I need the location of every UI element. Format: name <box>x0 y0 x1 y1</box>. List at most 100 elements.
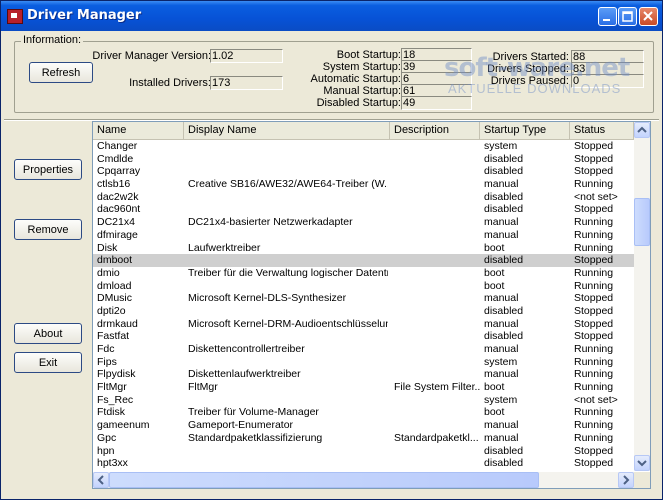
installed-value: 173 <box>210 76 283 90</box>
scroll-left-button[interactable] <box>93 472 109 488</box>
table-row[interactable]: Fips system Running <box>93 356 634 369</box>
horizontal-scrollbar[interactable] <box>93 472 634 488</box>
cell-name: gameenum <box>97 419 150 432</box>
table-row[interactable]: Changer system Stopped <box>93 140 634 153</box>
table-row[interactable]: Cmdlde disabled Stopped <box>93 153 634 166</box>
scroll-down-button[interactable] <box>634 455 650 471</box>
table-row[interactable]: hpt3xx disabled Stopped <box>93 457 634 470</box>
cell-startup-type: system <box>484 393 518 406</box>
table-row[interactable]: dfmirage manual Running <box>93 229 634 242</box>
cell-name: dfmirage <box>97 228 138 241</box>
refresh-button[interactable]: Refresh <box>29 62 93 83</box>
table-row[interactable]: gameenum Gameport-Enumerator manual Running <box>93 419 634 432</box>
cell-display-name: DC21x4-basierter Netzwerkadapter <box>188 216 353 229</box>
list-body: Changer system Stopped Cmdlde disabled Stoppe… <box>93 140 634 470</box>
cell-display-name: Diskettencontrollertreiber <box>188 343 305 355</box>
cell-display-name: Standardpaketklassifizierung <box>188 431 323 444</box>
chevron-down-icon <box>637 460 647 467</box>
cell-name: hpn <box>97 444 115 457</box>
cell-name: Fs_Rec <box>97 393 134 406</box>
table-row[interactable]: DC21x4 DC21x4-basierter Netzwerkadapter ma… <box>93 216 634 229</box>
title-bar[interactable]: Driver Manager <box>1 1 662 31</box>
scroll-right-button[interactable] <box>618 472 634 488</box>
cell-status: Stopped <box>574 444 614 457</box>
manual-startup-label: Manual Startup: <box>323 85 401 97</box>
remove-button[interactable]: Remove <box>14 219 82 240</box>
close-icon <box>643 11 653 21</box>
version-label: Driver Manager Version: <box>92 50 211 62</box>
vertical-scrollbar[interactable] <box>634 122 650 471</box>
cell-display-name: Creative SB16/AWE32/AWE64-Treiber (W... <box>188 178 388 191</box>
cell-status: Stopped <box>574 203 614 216</box>
cell-name: Fastfat <box>97 330 130 343</box>
cell-display-name: Treiber für die Verwaltung logischer Dat… <box>188 266 388 279</box>
table-row[interactable]: Gpc Standardpaketklassifizierung Standardp… <box>93 432 634 445</box>
exit-button[interactable]: Exit <box>14 352 82 373</box>
information-label: Information: <box>21 34 84 46</box>
cell-display-name: FltMgr <box>188 381 218 394</box>
table-row[interactable]: dac960nt disabled Stopped <box>93 203 634 216</box>
table-row[interactable]: ctlsb16 Creative SB16/AWE32/AWE64-Treiber… <box>93 178 634 191</box>
table-row[interactable]: Cpqarray disabled Stopped <box>93 165 634 178</box>
table-row[interactable]: dmboot disabled Stopped <box>93 254 634 267</box>
cell-status: Running <box>574 431 614 444</box>
cell-startup-type: disabled <box>484 444 524 457</box>
cell-status: Stopped <box>574 165 614 178</box>
table-row[interactable]: Fs_Rec system <not set> <box>93 394 634 407</box>
cell-status: Running <box>574 279 614 292</box>
cell-startup-type: boot <box>484 381 505 394</box>
cell-startup-type: disabled <box>484 165 524 178</box>
minimize-button[interactable] <box>598 7 617 26</box>
cell-startup-type: disabled <box>484 330 524 343</box>
cell-startup-type: manual <box>484 216 519 229</box>
cell-status: Running <box>574 178 614 191</box>
cell-name: dmio <box>97 266 120 279</box>
table-row[interactable]: FltMgr FltMgr File System Filter... boot Run… <box>93 381 634 394</box>
table-row[interactable]: dmload boot Running <box>93 280 634 293</box>
properties-button[interactable]: Properties <box>14 159 82 180</box>
minimize-icon <box>603 19 610 21</box>
table-row[interactable]: hpn disabled Stopped <box>93 445 634 458</box>
disabled-startup-value: 49 <box>401 96 472 110</box>
column-header-name[interactable]: Name <box>93 122 184 139</box>
table-row[interactable]: DMusic Microsoft Kernel-DLS-Synthesizer ma… <box>93 292 634 305</box>
cell-startup-type: boot <box>484 266 505 279</box>
cell-status: <not set> <box>574 393 618 406</box>
about-button[interactable]: About <box>14 323 82 344</box>
column-header-description[interactable]: Description <box>390 122 480 139</box>
cell-startup-type: disabled <box>484 203 524 216</box>
cell-name: Flpydisk <box>97 368 136 381</box>
scroll-up-button[interactable] <box>634 122 650 138</box>
cell-startup-type: boot <box>484 279 505 292</box>
table-row[interactable]: dpti2o disabled Stopped <box>93 305 634 318</box>
table-row[interactable]: Ftdisk Treiber für Volume-Manager boot Runn… <box>93 406 634 419</box>
cell-name: ctlsb16 <box>97 178 131 191</box>
vertical-scroll-thumb[interactable] <box>634 198 650 246</box>
table-row[interactable]: drmkaud Microsoft Kernel-DRM-Audioentschl… <box>93 318 634 331</box>
table-row[interactable]: dac2w2k disabled <not set> <box>93 191 634 204</box>
cell-status: Running <box>574 241 614 254</box>
cell-status: Running <box>574 406 614 419</box>
cell-startup-type: manual <box>484 228 519 241</box>
cell-name: DMusic <box>97 292 133 305</box>
table-row[interactable]: Fdc Diskettencontrollertreiber manual Runni… <box>93 343 634 356</box>
cell-status: Stopped <box>574 292 614 305</box>
cell-startup-type: disabled <box>484 152 524 165</box>
table-row[interactable]: Fastfat disabled Stopped <box>93 330 634 343</box>
disabled-startup-label: Disabled Startup: <box>316 97 401 109</box>
cell-name: Cmdlde <box>97 152 134 165</box>
table-row[interactable]: Disk Laufwerktreiber boot Running <box>93 242 634 255</box>
column-header-display-name[interactable]: Display Name <box>184 122 390 139</box>
horizontal-scroll-thumb[interactable] <box>109 472 539 488</box>
cell-display-name: Microsoft Kernel-DRM-Audioentschlüsselun… <box>188 317 388 330</box>
table-row[interactable]: Flpydisk Diskettenlaufwerktreiber manual Ru… <box>93 368 634 381</box>
table-row[interactable]: dmio Treiber für die Verwaltung logischer… <box>93 267 634 280</box>
driver-list[interactable]: Name Display Name Description Startup Ty… <box>92 121 651 489</box>
cell-name: drmkaud <box>97 317 138 330</box>
column-header-startup-type[interactable]: Startup Type <box>480 122 570 139</box>
close-button[interactable] <box>639 7 658 26</box>
maximize-button[interactable] <box>618 7 637 26</box>
column-header-status[interactable]: Status <box>570 122 634 139</box>
cell-name: FltMgr <box>97 381 127 394</box>
drivers-paused-value: 0 <box>571 74 644 88</box>
